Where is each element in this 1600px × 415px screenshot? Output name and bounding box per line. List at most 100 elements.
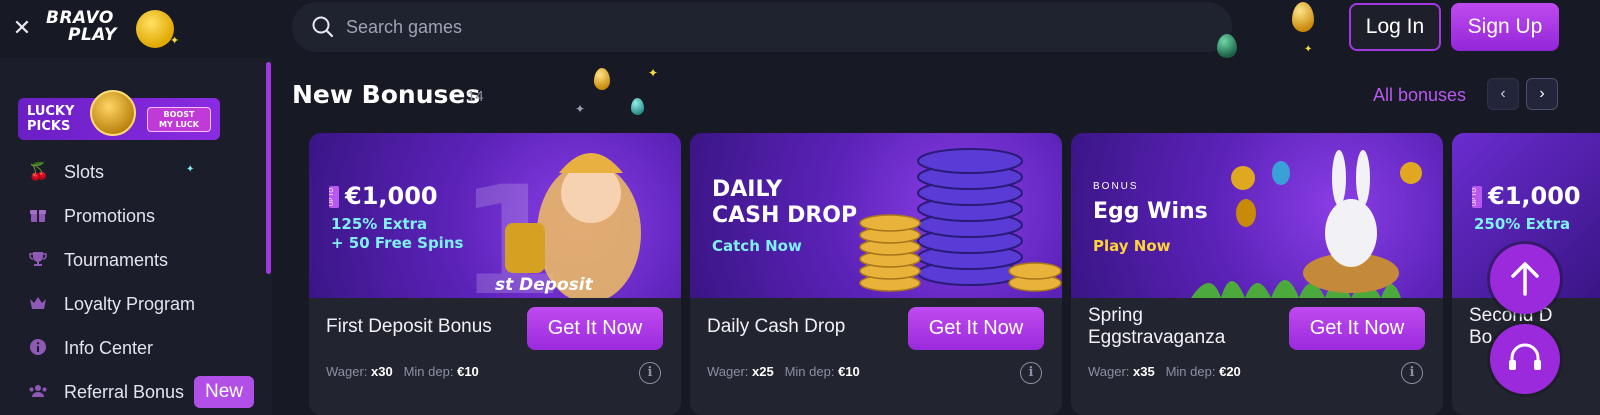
get-it-now-button[interactable]: Get It Now: [1289, 307, 1425, 350]
section-title: New Bonuses: [292, 80, 481, 109]
sidebar-item-label: Referral Bonus: [64, 382, 185, 402]
search-bar[interactable]: [292, 2, 1232, 52]
headset-icon: [1509, 343, 1541, 370]
sparkle-icon: ✦: [170, 35, 180, 47]
sidebar-item-promotions[interactable]: Promotions: [0, 194, 262, 238]
banner-headline-line-2: CASH DROP: [712, 203, 858, 228]
scroll-to-top-button[interactable]: [1490, 244, 1560, 314]
easter-egg-icon: [1292, 2, 1314, 32]
min-dep-value: €10: [838, 364, 860, 379]
info-icon: [28, 338, 48, 358]
bonus-subtitle: 125% Extra + 50 Free Spins: [331, 215, 463, 253]
logo-line-2: PLAY: [68, 25, 117, 45]
wager-value: x35: [1133, 364, 1155, 379]
bonus-terms: Wager: x30 Min dep: €10: [326, 364, 479, 380]
sidebar-item-label: Tournaments: [64, 250, 169, 270]
chevron-left-icon[interactable]: ‹: [1487, 78, 1519, 110]
min-dep-value: €20: [1219, 364, 1241, 379]
bonus-card[interactable]: BONUS Egg Wins Play Now Spring Eggstrava…: [1071, 133, 1443, 415]
signup-button[interactable]: Sign Up: [1451, 3, 1559, 51]
lucky-picks-title: LUCKY PICKS: [27, 104, 89, 134]
sidebar-item-label: Promotions: [64, 206, 156, 226]
bonus-subtitle-line-2: + 50 Free Spins: [331, 234, 464, 252]
sidebar-item-loyalty-program[interactable]: Loyalty Program: [0, 282, 262, 326]
sidebar-scrollbar[interactable]: [266, 62, 271, 274]
lucky-coin-icon: [90, 90, 136, 136]
all-bonuses-link[interactable]: All bonuses: [1373, 84, 1466, 106]
sidebar-nav: 🍒 Slots Promotions Tournaments Loyalty P…: [0, 150, 262, 414]
search-input[interactable]: [346, 2, 1206, 52]
bonus-subtitle-line-1: 125% Extra: [331, 215, 428, 233]
bonus-amount: €1,000: [1488, 182, 1581, 210]
sidebar-item-label: Slots: [64, 162, 105, 182]
get-it-now-button[interactable]: Get It Now: [527, 307, 663, 350]
boost-my-luck-button[interactable]: BOOST MY LUCK: [147, 107, 211, 132]
arrow-up-icon: [1511, 262, 1539, 296]
close-icon[interactable]: ✕: [10, 16, 34, 40]
sidebar-item-tournaments[interactable]: Tournaments: [0, 238, 262, 282]
lucky-picks-title-line-1: LUCKY: [27, 104, 75, 119]
easter-egg-icon: [594, 68, 610, 90]
info-icon[interactable]: i: [1401, 362, 1423, 384]
sidebar-item-referral-bonus[interactable]: Referral Bonus New: [0, 370, 262, 414]
sparkle-icon: ✦: [186, 164, 195, 175]
deposit-caption: st Deposit: [495, 275, 593, 295]
main-content: New Bonuses 14 All bonuses ‹ › 1 UP TO €…: [272, 58, 1600, 415]
crown-icon: [28, 294, 48, 314]
sidebar-item-info-center[interactable]: Info Center: [0, 326, 262, 370]
section-count: 14: [467, 88, 484, 105]
bonus-banner: DAILY CASH DROP Catch Now: [690, 133, 1062, 298]
support-button[interactable]: [1490, 324, 1560, 394]
up-to-tag: UP TO: [1472, 186, 1482, 208]
bonus-name: Daily Cash Drop: [707, 316, 846, 337]
sparkle-icon: ✦: [648, 66, 659, 80]
duck-mascot-icon: [136, 10, 174, 48]
gift-icon: [28, 206, 48, 226]
sparkle-icon: ✦: [1304, 44, 1313, 55]
sidebar-item-slots[interactable]: 🍒 Slots: [0, 150, 262, 194]
info-icon[interactable]: i: [639, 362, 661, 384]
trophy-icon: [28, 250, 48, 270]
bonus-name: Spring Eggstravaganza: [1088, 305, 1226, 348]
bonus-name: First Deposit Bonus: [326, 316, 492, 337]
min-dep-label: Min dep:: [784, 364, 835, 379]
min-dep-label: Min dep:: [403, 364, 454, 379]
banner-headline-line-1: DAILY: [712, 177, 782, 202]
bonus-banner: BONUS Egg Wins Play Now: [1071, 133, 1443, 298]
wager-label: Wager:: [707, 364, 749, 379]
get-it-now-button[interactable]: Get It Now: [908, 307, 1044, 350]
casino-page: ✕ BRAVO PLAY Log In Sign Up LUCKY PICK: [0, 0, 1600, 415]
boost-label-line-2: MY LUCK: [159, 120, 199, 129]
sidebar: LUCKY PICKS BOOST MY LUCK 🍒 Slots Promot…: [0, 58, 272, 415]
bonus-banner: 1 UP TO €1,000 125% Extra + 50 Free Spin…: [309, 133, 681, 298]
users-icon: [28, 382, 48, 402]
logo-text: BRAVO PLAY: [46, 10, 117, 44]
wager-value: x30: [371, 364, 393, 379]
chevron-right-icon[interactable]: ›: [1526, 78, 1558, 110]
banner-headline: Egg Wins: [1093, 199, 1208, 224]
new-badge: New: [194, 376, 254, 408]
bonus-card[interactable]: 1 UP TO €1,000 125% Extra + 50 Free Spin…: [309, 133, 681, 415]
lucky-picks-banner[interactable]: LUCKY PICKS BOOST MY LUCK: [18, 90, 220, 140]
wager-label: Wager:: [1088, 364, 1130, 379]
lucky-picks-title-line-2: PICKS: [27, 119, 71, 134]
sidebar-item-label: Loyalty Program: [64, 294, 196, 314]
min-dep-label: Min dep:: [1165, 364, 1216, 379]
bonus-amount: €1,000: [345, 182, 438, 210]
easter-egg-icon: [1217, 34, 1237, 58]
boost-label-line-1: BOOST: [163, 110, 195, 119]
min-dep-value: €10: [457, 364, 479, 379]
top-bar: ✕ BRAVO PLAY Log In Sign Up: [0, 0, 1600, 58]
wager-label: Wager:: [326, 364, 368, 379]
bonus-card[interactable]: DAILY CASH DROP Catch Now Daily Cash Dro…: [690, 133, 1062, 415]
login-button[interactable]: Log In: [1349, 3, 1441, 51]
cherries-icon: 🍒: [28, 162, 50, 181]
banner-cta-text: Catch Now: [712, 237, 802, 255]
search-icon: [312, 16, 334, 38]
easter-egg-icon: [631, 98, 644, 115]
up-to-tag: UP TO: [329, 186, 339, 208]
bonus-terms: Wager: x25 Min dep: €10: [707, 364, 860, 380]
info-icon[interactable]: i: [1020, 362, 1042, 384]
banner-headline: DAILY CASH DROP: [712, 177, 857, 229]
bonus-subtitle: 250% Extra: [1474, 215, 1571, 233]
